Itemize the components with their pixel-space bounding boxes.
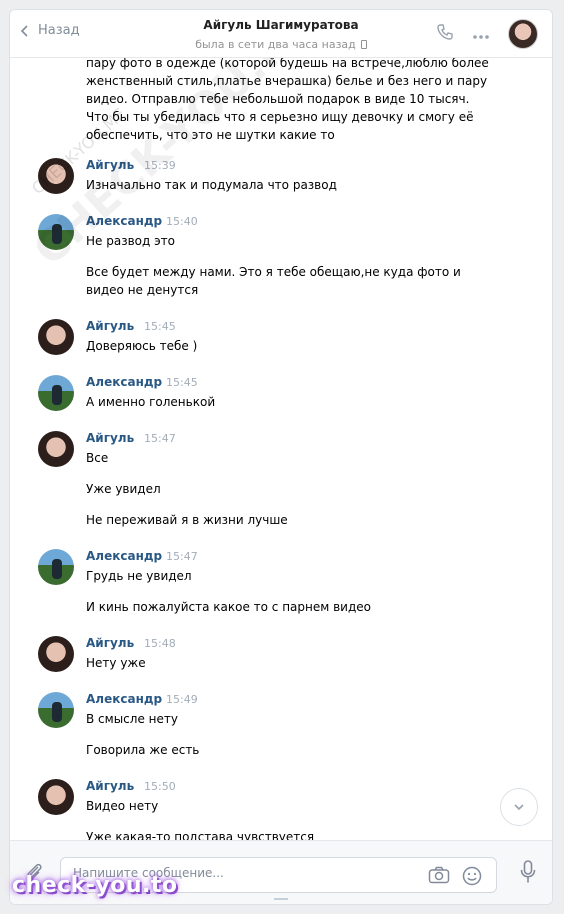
resize-handle[interactable] — [274, 898, 288, 900]
message-text: Нету уже — [86, 656, 146, 670]
author-name[interactable]: Александр — [86, 692, 162, 706]
avatar[interactable] — [38, 214, 74, 250]
scroll-down-button[interactable] — [500, 788, 538, 826]
message-time[interactable]: 15:39 — [144, 159, 176, 172]
message-text: Видео нету — [86, 799, 159, 813]
message-time[interactable]: 15:40 — [166, 215, 198, 228]
message-time[interactable]: 15:50 — [144, 780, 176, 793]
message-text: Изначально так и подумала что развод — [86, 178, 337, 192]
camera-icon[interactable] — [428, 866, 450, 888]
author-name[interactable]: Айгуль — [86, 319, 134, 333]
more-icon[interactable] — [472, 25, 490, 44]
message-text: Доверяюсь тебе ) — [86, 339, 198, 353]
paperclip-icon[interactable] — [24, 861, 44, 887]
message-text: Уже увидел — [86, 482, 161, 496]
avatar[interactable] — [38, 549, 74, 585]
smile-icon[interactable] — [462, 866, 482, 890]
contact-avatar[interactable] — [508, 19, 538, 49]
avatar[interactable] — [38, 779, 74, 815]
message-composer — [10, 840, 552, 904]
message-input-wrapper — [60, 857, 497, 893]
author-name[interactable]: Айгуль — [86, 636, 134, 650]
phone-icon[interactable] — [436, 23, 454, 45]
avatar[interactable] — [38, 375, 74, 411]
avatar[interactable] — [38, 636, 74, 672]
message-input[interactable] — [73, 866, 413, 880]
avatar[interactable] — [38, 158, 74, 194]
author-name[interactable]: Александр — [86, 214, 162, 228]
avatar[interactable] — [38, 431, 74, 467]
message-text: Говорила же есть — [86, 743, 200, 757]
message-text: видео не денутся — [86, 283, 199, 297]
microphone-icon[interactable] — [520, 860, 536, 888]
partial-message: пару фото в одежде (которой будешь на вс… — [86, 58, 489, 142]
author-name[interactable]: Александр — [86, 549, 162, 563]
header-actions — [436, 19, 538, 49]
message-time[interactable]: 15:45 — [166, 376, 198, 389]
message-text: Уже какая-то подстава чувствуется — [86, 830, 315, 840]
author-name[interactable]: Айгуль — [86, 158, 134, 172]
message-text: Грудь не увидел — [86, 569, 192, 583]
mobile-icon — [360, 40, 367, 49]
chat-header: Назад Айгуль Шагимуратова была в сети дв… — [10, 10, 552, 58]
message-text: Не переживай я в жизни лучше — [86, 513, 288, 527]
message-text: Все — [86, 451, 109, 465]
message-text: И кинь пожалуйста какое то с парнем виде… — [86, 600, 371, 614]
author-name[interactable]: Александр — [86, 375, 162, 389]
chat-window: Назад Айгуль Шагимуратова была в сети дв… — [9, 9, 553, 905]
message-time[interactable]: 15:47 — [166, 550, 198, 563]
message-text: Все будет между нами. Это я тебе обещаю,… — [86, 265, 461, 279]
message-text: В смысле нету — [86, 712, 178, 726]
message-history[interactable]: пару фото в одежде (которой будешь на вс… — [10, 58, 552, 840]
avatar[interactable] — [38, 319, 74, 355]
message-text: А именно голенькой — [86, 395, 216, 409]
author-name[interactable]: Айгуль — [86, 431, 134, 445]
avatar[interactable] — [38, 692, 74, 728]
chevron-down-icon — [514, 804, 524, 811]
author-name[interactable]: Айгуль — [86, 779, 134, 793]
message-time[interactable]: 15:49 — [166, 693, 198, 706]
message-time[interactable]: 15:47 — [144, 432, 176, 445]
message-time[interactable]: 15:45 — [144, 320, 176, 333]
message-text: Не развод это — [86, 234, 176, 248]
message-time[interactable]: 15:48 — [144, 637, 176, 650]
